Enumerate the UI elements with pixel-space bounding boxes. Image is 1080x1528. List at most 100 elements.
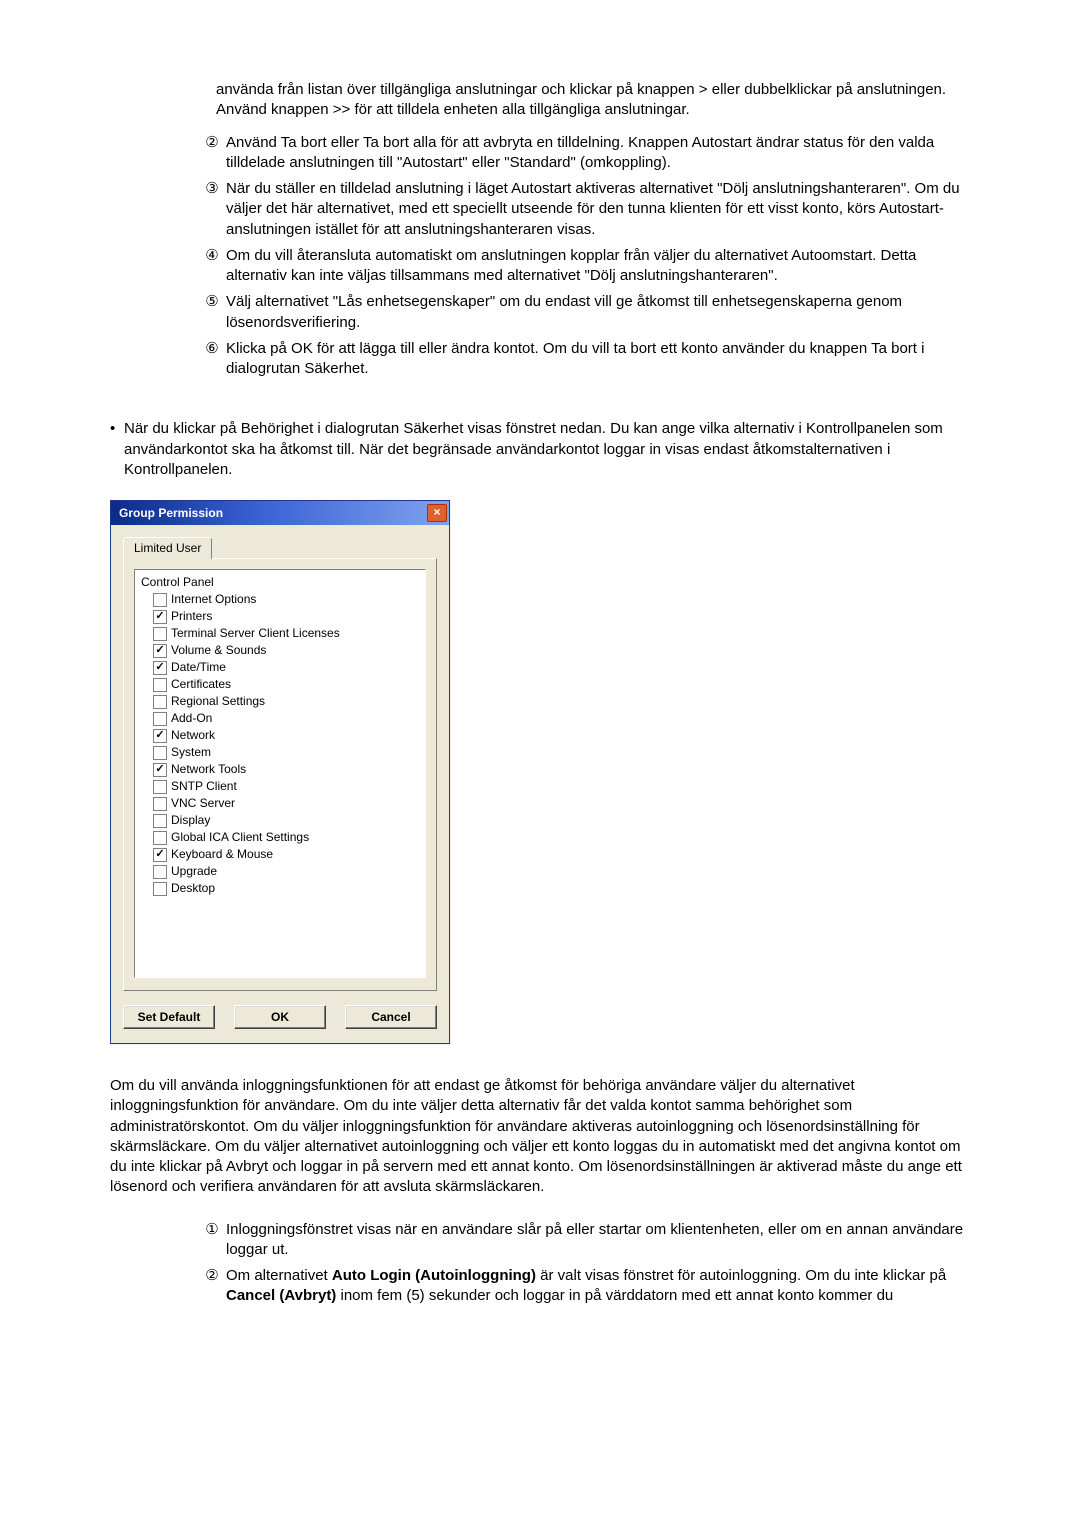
item-text: Om du vill återansluta automatiskt om an…: [222, 246, 970, 287]
list-item: ⑥Klicka på OK för att lägga till eller ä…: [202, 339, 970, 380]
checkbox-icon[interactable]: [153, 610, 167, 624]
checkbox-icon[interactable]: [153, 712, 167, 726]
tree-item-label: Certificates: [171, 676, 231, 693]
bullet-paragraph: • När du klickar på Behörighet i dialogr…: [110, 419, 970, 480]
checkbox-icon[interactable]: [153, 678, 167, 692]
list-item: ③När du ställer en tilldelad anslutning …: [202, 179, 970, 240]
button-label: Set Default: [138, 1010, 201, 1024]
list-item: ②Om alternativet Auto Login (Autoinloggn…: [202, 1266, 970, 1307]
group-permission-dialog: Group Permission × Limited User Control …: [110, 500, 450, 1044]
tree-item-label: Keyboard & Mouse: [171, 846, 273, 863]
bullet-dot-icon: •: [110, 419, 124, 480]
tree-item[interactable]: Keyboard & Mouse: [139, 846, 421, 863]
tab-label: Limited User: [134, 541, 201, 555]
tree-item[interactable]: Display: [139, 812, 421, 829]
dialog-screenshot: Group Permission × Limited User Control …: [110, 500, 970, 1044]
checkbox-icon[interactable]: [153, 593, 167, 607]
numbered-list-2: ①Inloggningsfönstret visas när en använd…: [202, 1220, 970, 1307]
tree-item-label: Date/Time: [171, 659, 226, 676]
close-icon[interactable]: ×: [427, 504, 447, 522]
item-text: Använd Ta bort eller Ta bort alla för at…: [222, 133, 970, 174]
tab-limited-user[interactable]: Limited User: [123, 537, 212, 559]
checkbox-icon[interactable]: [153, 695, 167, 709]
checkbox-icon[interactable]: [153, 644, 167, 658]
list-item: ⑤Välj alternativet "Lås enhetsegenskaper…: [202, 292, 970, 333]
checkbox-icon[interactable]: [153, 814, 167, 828]
ok-button[interactable]: OK: [234, 1005, 326, 1029]
checkbox-icon[interactable]: [153, 746, 167, 760]
set-default-button[interactable]: Set Default: [123, 1005, 215, 1029]
tree-item[interactable]: SNTP Client: [139, 778, 421, 795]
button-label: Cancel: [371, 1010, 410, 1024]
tree-item[interactable]: Desktop: [139, 880, 421, 897]
permission-tree[interactable]: Control Panel Internet OptionsPrintersTe…: [134, 569, 426, 978]
item-number: ②: [202, 133, 222, 174]
list-item: ①Inloggningsfönstret visas när en använd…: [202, 1220, 970, 1261]
list-item: ②Använd Ta bort eller Ta bort alla för a…: [202, 133, 970, 174]
item-text: Om alternativet Auto Login (Autoinloggni…: [222, 1266, 970, 1307]
tree-item-label: Regional Settings: [171, 693, 265, 710]
tree-item-label: Network Tools: [171, 761, 246, 778]
checkbox-icon[interactable]: [153, 780, 167, 794]
item-number: ①: [202, 1220, 222, 1261]
dialog-button-row: Set Default OK Cancel: [123, 1005, 437, 1029]
intro-text: använda från listan över tillgängliga an…: [216, 81, 946, 118]
checkbox-icon[interactable]: [153, 797, 167, 811]
tree-item-label: Upgrade: [171, 863, 217, 880]
tree-item[interactable]: Date/Time: [139, 659, 421, 676]
tab-panel: Control Panel Internet OptionsPrintersTe…: [123, 558, 437, 991]
tree-item-label: Volume & Sounds: [171, 642, 266, 659]
checkbox-icon[interactable]: [153, 729, 167, 743]
checkbox-icon[interactable]: [153, 627, 167, 641]
checkbox-icon[interactable]: [153, 865, 167, 879]
tree-item-label: Network: [171, 727, 215, 744]
tree-item-label: Printers: [171, 608, 212, 625]
tree-item[interactable]: Internet Options: [139, 591, 421, 608]
checkbox-icon[interactable]: [153, 661, 167, 675]
tree-item[interactable]: Regional Settings: [139, 693, 421, 710]
item-number: ②: [202, 1266, 222, 1307]
checkbox-icon[interactable]: [153, 848, 167, 862]
list-item: ④Om du vill återansluta automatiskt om a…: [202, 246, 970, 287]
tree-item[interactable]: Certificates: [139, 676, 421, 693]
tab-strip: Limited User: [123, 537, 437, 559]
tree-item-label: VNC Server: [171, 795, 235, 812]
tree-item-label: Display: [171, 812, 210, 829]
tree-item[interactable]: Add-On: [139, 710, 421, 727]
checkbox-icon[interactable]: [153, 882, 167, 896]
tree-item[interactable]: Network Tools: [139, 761, 421, 778]
tree-item[interactable]: Network: [139, 727, 421, 744]
tree-item[interactable]: System: [139, 744, 421, 761]
intro-continuation: använda från listan över tillgängliga an…: [216, 80, 970, 121]
tree-root-label: Control Panel: [139, 574, 421, 591]
dialog-body: Limited User Control Panel Internet Opti…: [111, 525, 449, 1043]
tree-item[interactable]: Volume & Sounds: [139, 642, 421, 659]
tree-item-label: Global ICA Client Settings: [171, 829, 309, 846]
tree-item-label: SNTP Client: [171, 778, 237, 795]
item-text: När du ställer en tilldelad anslutning i…: [222, 179, 970, 240]
after-text: Om du vill använda inloggningsfunktionen…: [110, 1077, 962, 1195]
dialog-titlebar: Group Permission ×: [111, 501, 449, 525]
button-label: OK: [271, 1010, 289, 1024]
item-number: ⑥: [202, 339, 222, 380]
tree-item-label: Desktop: [171, 880, 215, 897]
after-dialog-paragraph: Om du vill använda inloggningsfunktionen…: [110, 1076, 970, 1198]
dialog-title: Group Permission: [119, 505, 223, 521]
item-text: Klicka på OK för att lägga till eller än…: [222, 339, 970, 380]
checkbox-icon[interactable]: [153, 831, 167, 845]
tree-item[interactable]: Upgrade: [139, 863, 421, 880]
bullet-text: När du klickar på Behörighet i dialogrut…: [124, 419, 970, 480]
item-number: ④: [202, 246, 222, 287]
tree-item[interactable]: Printers: [139, 608, 421, 625]
checkbox-icon[interactable]: [153, 763, 167, 777]
tree-item-label: Internet Options: [171, 591, 256, 608]
item-number: ③: [202, 179, 222, 240]
tree-item-label: Terminal Server Client Licenses: [171, 625, 340, 642]
tree-item[interactable]: Terminal Server Client Licenses: [139, 625, 421, 642]
numbered-list-1: ②Använd Ta bort eller Ta bort alla för a…: [202, 133, 970, 380]
tree-item[interactable]: Global ICA Client Settings: [139, 829, 421, 846]
item-number: ⑤: [202, 292, 222, 333]
cancel-button[interactable]: Cancel: [345, 1005, 437, 1029]
tree-item[interactable]: VNC Server: [139, 795, 421, 812]
item-text: Inloggningsfönstret visas när en använda…: [222, 1220, 970, 1261]
